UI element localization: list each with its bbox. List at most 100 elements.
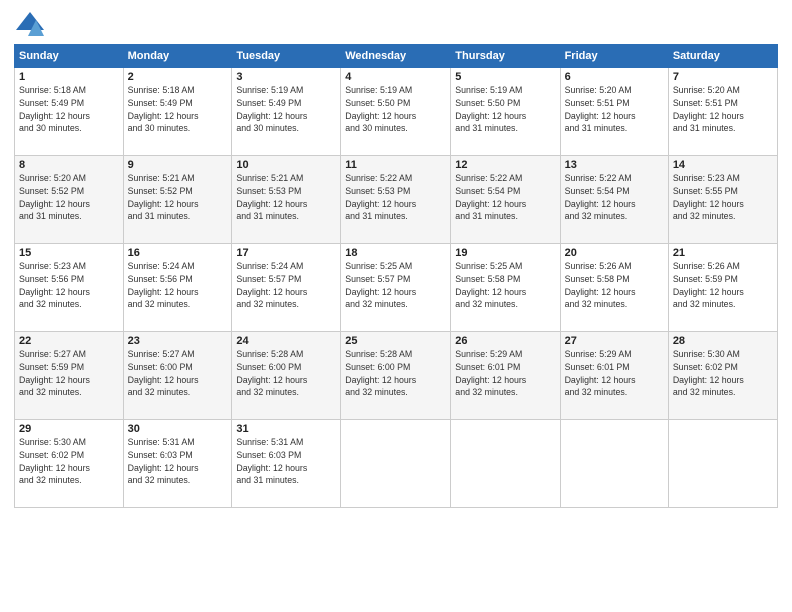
- day-number: 29: [19, 423, 119, 435]
- calendar-cell: 4Sunrise: 5:19 AM Sunset: 5:50 PM Daylig…: [341, 68, 451, 156]
- calendar-cell: 12Sunrise: 5:22 AM Sunset: 5:54 PM Dayli…: [451, 156, 560, 244]
- calendar-cell: 15Sunrise: 5:23 AM Sunset: 5:56 PM Dayli…: [15, 244, 124, 332]
- weekday-header-wednesday: Wednesday: [341, 45, 451, 68]
- calendar-cell: 22Sunrise: 5:27 AM Sunset: 5:59 PM Dayli…: [15, 332, 124, 420]
- day-number: 9: [128, 159, 228, 171]
- day-number: 13: [565, 159, 664, 171]
- calendar-cell: 9Sunrise: 5:21 AM Sunset: 5:52 PM Daylig…: [123, 156, 232, 244]
- day-number: 21: [673, 247, 773, 259]
- day-info: Sunrise: 5:31 AM Sunset: 6:03 PM Dayligh…: [236, 436, 336, 487]
- calendar-cell: 25Sunrise: 5:28 AM Sunset: 6:00 PM Dayli…: [341, 332, 451, 420]
- day-info: Sunrise: 5:20 AM Sunset: 5:52 PM Dayligh…: [19, 172, 119, 223]
- day-number: 17: [236, 247, 336, 259]
- day-number: 11: [345, 159, 446, 171]
- day-info: Sunrise: 5:30 AM Sunset: 6:02 PM Dayligh…: [673, 348, 773, 399]
- calendar-cell: 28Sunrise: 5:30 AM Sunset: 6:02 PM Dayli…: [668, 332, 777, 420]
- calendar-cell: 8Sunrise: 5:20 AM Sunset: 5:52 PM Daylig…: [15, 156, 124, 244]
- day-number: 10: [236, 159, 336, 171]
- day-number: 22: [19, 335, 119, 347]
- calendar-cell: 31Sunrise: 5:31 AM Sunset: 6:03 PM Dayli…: [232, 420, 341, 508]
- calendar-cell: 16Sunrise: 5:24 AM Sunset: 5:56 PM Dayli…: [123, 244, 232, 332]
- calendar-cell: 20Sunrise: 5:26 AM Sunset: 5:58 PM Dayli…: [560, 244, 668, 332]
- page: SundayMondayTuesdayWednesdayThursdayFrid…: [0, 0, 792, 612]
- weekday-header-saturday: Saturday: [668, 45, 777, 68]
- day-number: 3: [236, 71, 336, 83]
- day-info: Sunrise: 5:22 AM Sunset: 5:53 PM Dayligh…: [345, 172, 446, 223]
- calendar-cell: 17Sunrise: 5:24 AM Sunset: 5:57 PM Dayli…: [232, 244, 341, 332]
- day-info: Sunrise: 5:26 AM Sunset: 5:59 PM Dayligh…: [673, 260, 773, 311]
- day-info: Sunrise: 5:25 AM Sunset: 5:58 PM Dayligh…: [455, 260, 555, 311]
- day-info: Sunrise: 5:20 AM Sunset: 5:51 PM Dayligh…: [673, 84, 773, 135]
- day-number: 8: [19, 159, 119, 171]
- day-number: 27: [565, 335, 664, 347]
- day-number: 28: [673, 335, 773, 347]
- day-number: 25: [345, 335, 446, 347]
- weekday-header-monday: Monday: [123, 45, 232, 68]
- day-number: 31: [236, 423, 336, 435]
- day-info: Sunrise: 5:27 AM Sunset: 6:00 PM Dayligh…: [128, 348, 228, 399]
- day-info: Sunrise: 5:26 AM Sunset: 5:58 PM Dayligh…: [565, 260, 664, 311]
- calendar-cell: 30Sunrise: 5:31 AM Sunset: 6:03 PM Dayli…: [123, 420, 232, 508]
- header: [14, 10, 778, 38]
- day-number: 24: [236, 335, 336, 347]
- calendar-cell: [341, 420, 451, 508]
- day-number: 12: [455, 159, 555, 171]
- day-number: 23: [128, 335, 228, 347]
- calendar-cell: 13Sunrise: 5:22 AM Sunset: 5:54 PM Dayli…: [560, 156, 668, 244]
- weekday-header-tuesday: Tuesday: [232, 45, 341, 68]
- day-number: 2: [128, 71, 228, 83]
- day-number: 30: [128, 423, 228, 435]
- weekday-header-thursday: Thursday: [451, 45, 560, 68]
- day-info: Sunrise: 5:30 AM Sunset: 6:02 PM Dayligh…: [19, 436, 119, 487]
- day-info: Sunrise: 5:23 AM Sunset: 5:55 PM Dayligh…: [673, 172, 773, 223]
- calendar-cell: 18Sunrise: 5:25 AM Sunset: 5:57 PM Dayli…: [341, 244, 451, 332]
- calendar-week-row: 29Sunrise: 5:30 AM Sunset: 6:02 PM Dayli…: [15, 420, 778, 508]
- calendar-cell: [668, 420, 777, 508]
- calendar-cell: 24Sunrise: 5:28 AM Sunset: 6:00 PM Dayli…: [232, 332, 341, 420]
- calendar-cell: 1Sunrise: 5:18 AM Sunset: 5:49 PM Daylig…: [15, 68, 124, 156]
- day-number: 6: [565, 71, 664, 83]
- calendar-header-row: SundayMondayTuesdayWednesdayThursdayFrid…: [15, 45, 778, 68]
- calendar-cell: 23Sunrise: 5:27 AM Sunset: 6:00 PM Dayli…: [123, 332, 232, 420]
- calendar-week-row: 1Sunrise: 5:18 AM Sunset: 5:49 PM Daylig…: [15, 68, 778, 156]
- day-info: Sunrise: 5:29 AM Sunset: 6:01 PM Dayligh…: [565, 348, 664, 399]
- calendar-cell: 2Sunrise: 5:18 AM Sunset: 5:49 PM Daylig…: [123, 68, 232, 156]
- day-number: 7: [673, 71, 773, 83]
- day-number: 20: [565, 247, 664, 259]
- day-info: Sunrise: 5:23 AM Sunset: 5:56 PM Dayligh…: [19, 260, 119, 311]
- day-info: Sunrise: 5:21 AM Sunset: 5:53 PM Dayligh…: [236, 172, 336, 223]
- day-info: Sunrise: 5:19 AM Sunset: 5:50 PM Dayligh…: [455, 84, 555, 135]
- day-info: Sunrise: 5:20 AM Sunset: 5:51 PM Dayligh…: [565, 84, 664, 135]
- day-info: Sunrise: 5:21 AM Sunset: 5:52 PM Dayligh…: [128, 172, 228, 223]
- day-number: 5: [455, 71, 555, 83]
- calendar-cell: 6Sunrise: 5:20 AM Sunset: 5:51 PM Daylig…: [560, 68, 668, 156]
- day-info: Sunrise: 5:18 AM Sunset: 5:49 PM Dayligh…: [19, 84, 119, 135]
- calendar-cell: 26Sunrise: 5:29 AM Sunset: 6:01 PM Dayli…: [451, 332, 560, 420]
- day-info: Sunrise: 5:29 AM Sunset: 6:01 PM Dayligh…: [455, 348, 555, 399]
- day-number: 1: [19, 71, 119, 83]
- day-info: Sunrise: 5:24 AM Sunset: 5:57 PM Dayligh…: [236, 260, 336, 311]
- day-info: Sunrise: 5:25 AM Sunset: 5:57 PM Dayligh…: [345, 260, 446, 311]
- calendar-cell: [451, 420, 560, 508]
- calendar-cell: 11Sunrise: 5:22 AM Sunset: 5:53 PM Dayli…: [341, 156, 451, 244]
- day-number: 16: [128, 247, 228, 259]
- weekday-header-friday: Friday: [560, 45, 668, 68]
- day-info: Sunrise: 5:27 AM Sunset: 5:59 PM Dayligh…: [19, 348, 119, 399]
- day-info: Sunrise: 5:22 AM Sunset: 5:54 PM Dayligh…: [565, 172, 664, 223]
- calendar-cell: 21Sunrise: 5:26 AM Sunset: 5:59 PM Dayli…: [668, 244, 777, 332]
- day-number: 18: [345, 247, 446, 259]
- day-number: 26: [455, 335, 555, 347]
- day-info: Sunrise: 5:24 AM Sunset: 5:56 PM Dayligh…: [128, 260, 228, 311]
- calendar-cell: 27Sunrise: 5:29 AM Sunset: 6:01 PM Dayli…: [560, 332, 668, 420]
- day-number: 19: [455, 247, 555, 259]
- day-number: 15: [19, 247, 119, 259]
- day-info: Sunrise: 5:18 AM Sunset: 5:49 PM Dayligh…: [128, 84, 228, 135]
- calendar-cell: [560, 420, 668, 508]
- day-info: Sunrise: 5:28 AM Sunset: 6:00 PM Dayligh…: [345, 348, 446, 399]
- calendar-cell: 10Sunrise: 5:21 AM Sunset: 5:53 PM Dayli…: [232, 156, 341, 244]
- calendar-cell: 14Sunrise: 5:23 AM Sunset: 5:55 PM Dayli…: [668, 156, 777, 244]
- calendar-week-row: 22Sunrise: 5:27 AM Sunset: 5:59 PM Dayli…: [15, 332, 778, 420]
- day-info: Sunrise: 5:31 AM Sunset: 6:03 PM Dayligh…: [128, 436, 228, 487]
- day-info: Sunrise: 5:28 AM Sunset: 6:00 PM Dayligh…: [236, 348, 336, 399]
- logo: [14, 10, 50, 38]
